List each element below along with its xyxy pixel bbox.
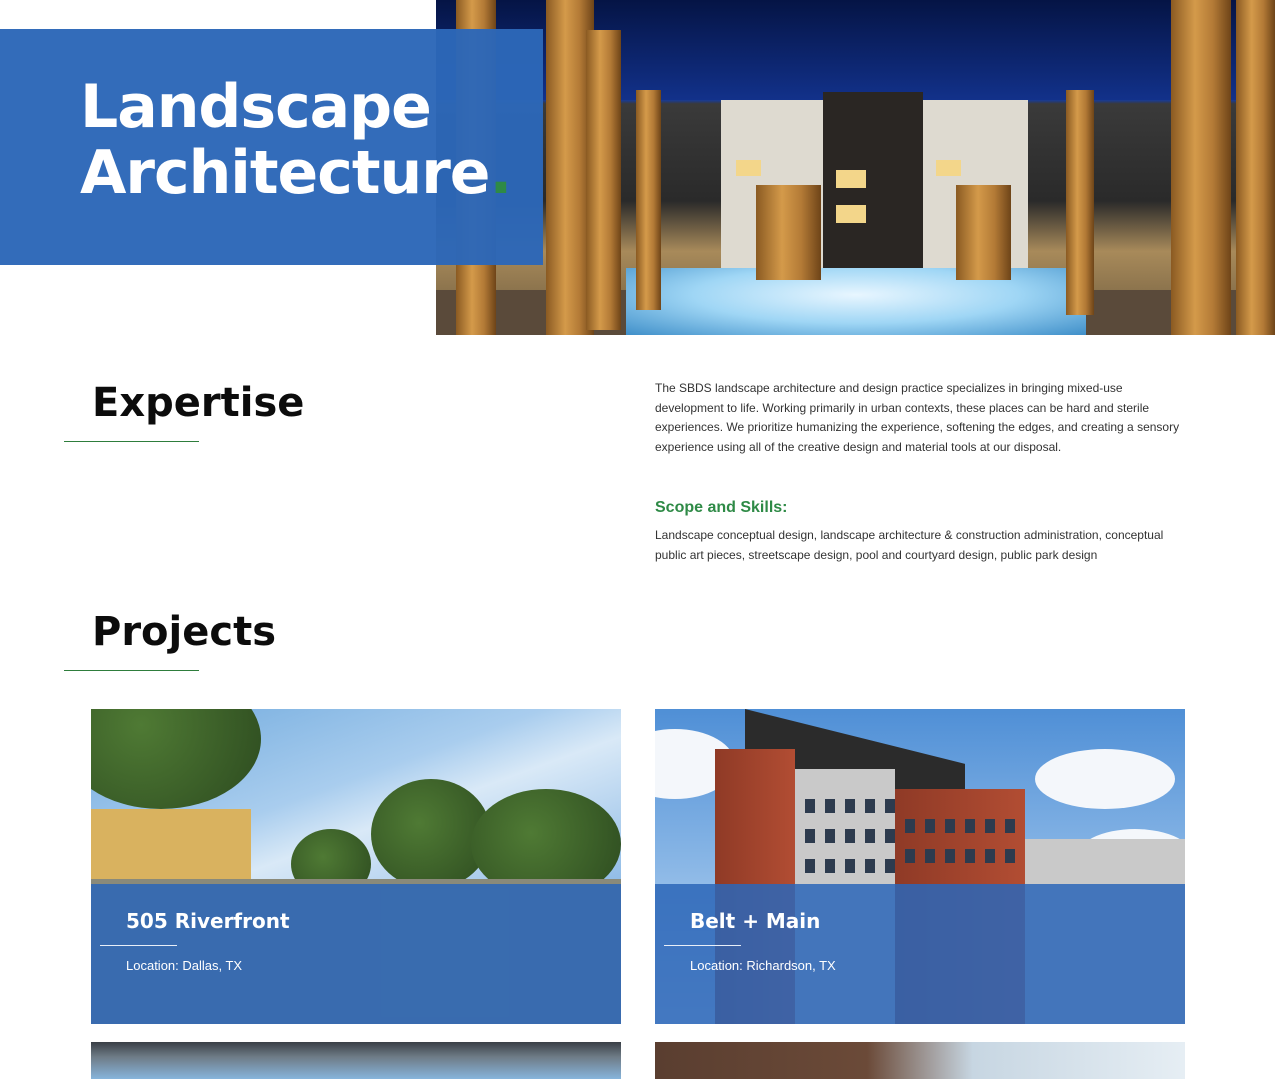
scope-text: Landscape conceptual design, landscape a… (655, 528, 1164, 562)
project-location: Location: Dallas, TX (126, 958, 243, 973)
expertise-heading: Expertise (92, 380, 305, 426)
expertise-heading-rule (64, 441, 199, 442)
projects-heading: Projects (92, 609, 277, 655)
project-location: Location: Richardson, TX (690, 958, 836, 973)
project-name-rule (664, 945, 741, 946)
project-card-belt-main[interactable]: Belt + Main Location: Richardson, TX (655, 709, 1185, 1024)
title-accent-dot: . (489, 138, 513, 208)
project-card-505-riverfront[interactable]: 505 Riverfront Location: Dallas, TX (91, 709, 621, 1024)
project-caption-overlay (91, 884, 621, 1024)
project-card-partial[interactable] (91, 1042, 621, 1079)
project-name: Belt + Main (690, 909, 821, 933)
project-card-partial[interactable] (655, 1042, 1185, 1079)
page-title: Landscape Architecture. (80, 74, 520, 206)
project-caption-overlay (655, 884, 1185, 1024)
page-title-line2: Architecture (80, 138, 490, 208)
projects-heading-rule (64, 670, 199, 671)
expertise-intro: The SBDS landscape architecture and desi… (655, 381, 1180, 454)
scope-title: Scope and Skills: (655, 499, 788, 516)
hero-image (436, 0, 1275, 335)
project-name: 505 Riverfront (126, 909, 290, 933)
page-title-line1: Landscape (80, 72, 432, 142)
project-name-rule (100, 945, 177, 946)
